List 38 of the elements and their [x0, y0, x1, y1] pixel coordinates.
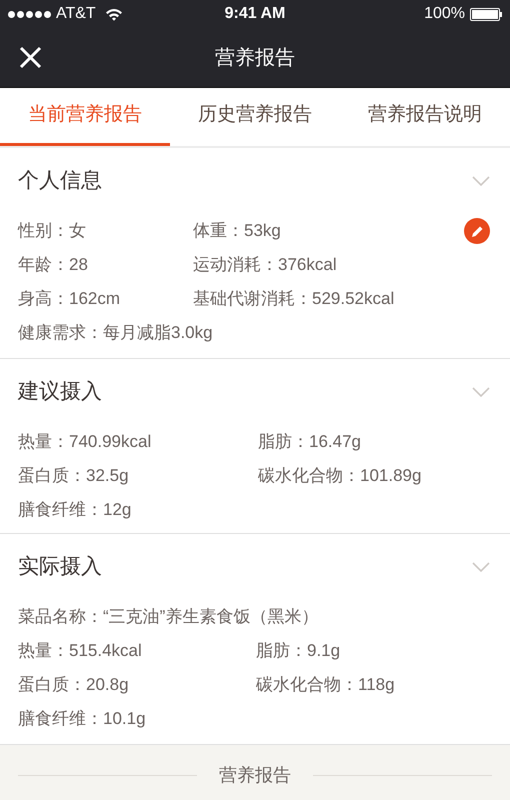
- info-text: 碳水化合物：118g: [256, 674, 395, 696]
- status-time: 9:41 AM: [224, 4, 286, 24]
- info-text: 蛋白质：20.8g: [18, 674, 130, 696]
- info-text: 膳食纤维：10.1g: [18, 708, 146, 730]
- info-text: 热量：515.4kcal: [18, 640, 143, 662]
- info-text: 热量：740.99kcal: [18, 431, 152, 454]
- info-text: 脂肪：9.1g: [256, 640, 340, 662]
- edit-button[interactable]: [464, 218, 490, 244]
- info-text: 蛋白质：32.5g: [18, 465, 130, 488]
- wifi-icon: [104, 8, 123, 20]
- pencil-icon: [470, 224, 484, 238]
- info-text: 性别：女: [18, 220, 87, 242]
- tab[interactable]: 营养报告说明: [340, 88, 510, 146]
- section-title: 个人信息: [18, 168, 102, 194]
- info-text: 身高：162cm: [18, 288, 122, 310]
- close-button[interactable]: [18, 45, 43, 70]
- info-text: 脂肪：16.47g: [258, 431, 361, 454]
- chevron-down-icon[interactable]: [472, 176, 490, 186]
- info-text: 年龄：28: [18, 254, 89, 276]
- footer-label: 营养报告: [219, 764, 291, 786]
- section-title: 建议摄入: [18, 379, 102, 406]
- tab[interactable]: 当前营养报告: [0, 88, 170, 146]
- chevron-down-icon[interactable]: [472, 387, 490, 397]
- info-text: 膳食纤维：12g: [18, 499, 132, 522]
- info-text: 基础代谢消耗：529.52kcal: [193, 288, 394, 310]
- info-text: 菜品名称：“三克油”养生素食饭（黑米）: [18, 606, 318, 628]
- info-text: 碳水化合物：101.89g: [258, 465, 422, 488]
- carrier-label: AT&T: [56, 4, 96, 24]
- info-text: 运动消耗：376kcal: [193, 254, 337, 276]
- info-text: 健康需求：每月减脂3.0kg: [18, 322, 213, 344]
- section-title: 实际摄入: [18, 554, 102, 580]
- chevron-down-icon[interactable]: [472, 562, 490, 572]
- battery-icon: [470, 8, 502, 20]
- info-text: 体重：53kg: [193, 220, 281, 242]
- tab[interactable]: 历史营养报告: [170, 88, 340, 146]
- signal-icon: [8, 10, 51, 18]
- page-title: 营养报告: [215, 46, 295, 70]
- battery-percent: 100%: [424, 4, 465, 24]
